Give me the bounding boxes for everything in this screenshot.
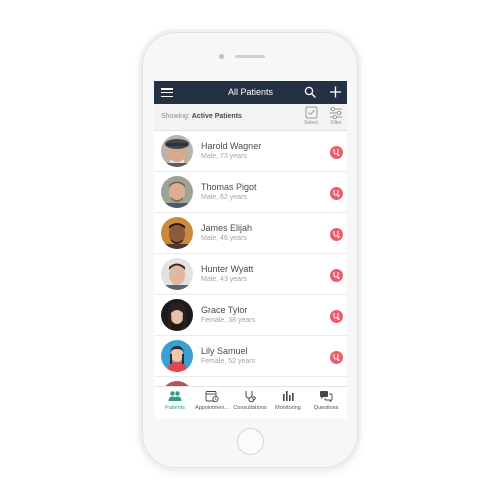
tab-label: Appointmen... bbox=[195, 405, 229, 411]
tab-monitoring[interactable]: Monitoring bbox=[269, 390, 307, 418]
patient-name: Lily Samuel bbox=[201, 346, 248, 356]
patient-row[interactable]: James Elijah Male, 46 years bbox=[154, 213, 347, 254]
select-label: Select bbox=[304, 120, 318, 126]
stethoscope-status-icon[interactable] bbox=[330, 228, 343, 241]
patient-details: Female, 38 years bbox=[201, 317, 256, 324]
stethoscope-status-icon[interactable] bbox=[330, 269, 343, 282]
tab-consultations[interactable]: Consultations bbox=[231, 390, 269, 418]
select-icon bbox=[305, 106, 317, 119]
select-button[interactable]: Select bbox=[301, 106, 321, 130]
tab-label: Patients bbox=[165, 405, 185, 411]
showing-text[interactable]: Showing: Active Patients bbox=[161, 113, 242, 120]
patient-list: Harold Wagner Male, 73 years Thomas Pigo… bbox=[154, 131, 347, 386]
stethoscope-status-icon[interactable] bbox=[330, 351, 343, 364]
patients-icon bbox=[168, 391, 182, 401]
top-bar: All Patients bbox=[154, 81, 347, 104]
tab-label: Consultations bbox=[233, 405, 267, 411]
app-screen: All Patients Showing: Active Patients Se… bbox=[154, 81, 347, 419]
avatar bbox=[161, 176, 193, 208]
avatar bbox=[161, 299, 193, 331]
search-icon[interactable] bbox=[304, 86, 316, 98]
camera bbox=[219, 54, 224, 59]
patient-details: Male, 46 years bbox=[201, 235, 247, 242]
patient-name: Hunter Wyatt bbox=[201, 264, 254, 274]
stethoscope-status-icon[interactable] bbox=[330, 310, 343, 323]
patient-row[interactable]: Harold Wagner Male, 73 years bbox=[154, 131, 347, 172]
filter-bar: Showing: Active Patients Select Filter bbox=[154, 104, 347, 131]
bottom-tab-bar: Patients Appointmen... Consultations Mon… bbox=[154, 386, 347, 419]
patient-row[interactable]: Grace Tylor Female, 38 years bbox=[154, 295, 347, 336]
patient-name: Harold Wagner bbox=[201, 141, 262, 151]
stethoscope-status-icon[interactable] bbox=[330, 187, 343, 200]
patient-row[interactable]: Thomas Pigot Male, 62 years bbox=[154, 172, 347, 213]
patient-details: Male, 43 years bbox=[201, 276, 247, 283]
stethoscope-status-icon[interactable] bbox=[330, 146, 343, 159]
tab-patients[interactable]: Patients bbox=[156, 390, 194, 418]
calendar-icon bbox=[205, 391, 219, 402]
avatar bbox=[161, 135, 193, 167]
patient-details: Male, 73 years bbox=[201, 153, 247, 160]
avatar bbox=[161, 258, 193, 290]
tab-label: Questions bbox=[313, 405, 339, 411]
hamburger-menu-icon[interactable] bbox=[161, 88, 173, 98]
home-button[interactable] bbox=[237, 428, 264, 455]
patient-name: James Elijah bbox=[201, 223, 253, 233]
tab-questions[interactable]: Questions bbox=[307, 390, 345, 418]
showing-label: Showing: bbox=[161, 113, 190, 120]
add-icon[interactable] bbox=[329, 85, 342, 99]
patient-details: Male, 62 years bbox=[201, 194, 247, 201]
sliders-icon bbox=[330, 106, 342, 119]
patient-row[interactable] bbox=[154, 377, 347, 386]
tab-label: Monitoring bbox=[275, 405, 301, 411]
patient-name: Thomas Pigot bbox=[201, 182, 257, 192]
patient-row[interactable]: Lily Samuel Female, 52 years bbox=[154, 336, 347, 377]
tab-appointments[interactable]: Appointmen... bbox=[193, 390, 231, 418]
bar-chart-icon bbox=[283, 391, 294, 401]
speaker bbox=[235, 55, 265, 58]
patient-name: Grace Tylor bbox=[201, 305, 248, 315]
avatar bbox=[161, 217, 193, 249]
filter-button[interactable]: Filter bbox=[326, 106, 346, 130]
stethoscope-icon bbox=[245, 391, 256, 402]
avatar bbox=[161, 340, 193, 372]
patient-details: Female, 52 years bbox=[201, 358, 256, 365]
patient-row[interactable]: Hunter Wyatt Male, 43 years bbox=[154, 254, 347, 295]
chat-icon bbox=[320, 391, 333, 402]
page-title: All Patients bbox=[227, 87, 274, 97]
showing-value: Active Patients bbox=[191, 113, 242, 120]
filter-label: Filter bbox=[330, 120, 342, 126]
